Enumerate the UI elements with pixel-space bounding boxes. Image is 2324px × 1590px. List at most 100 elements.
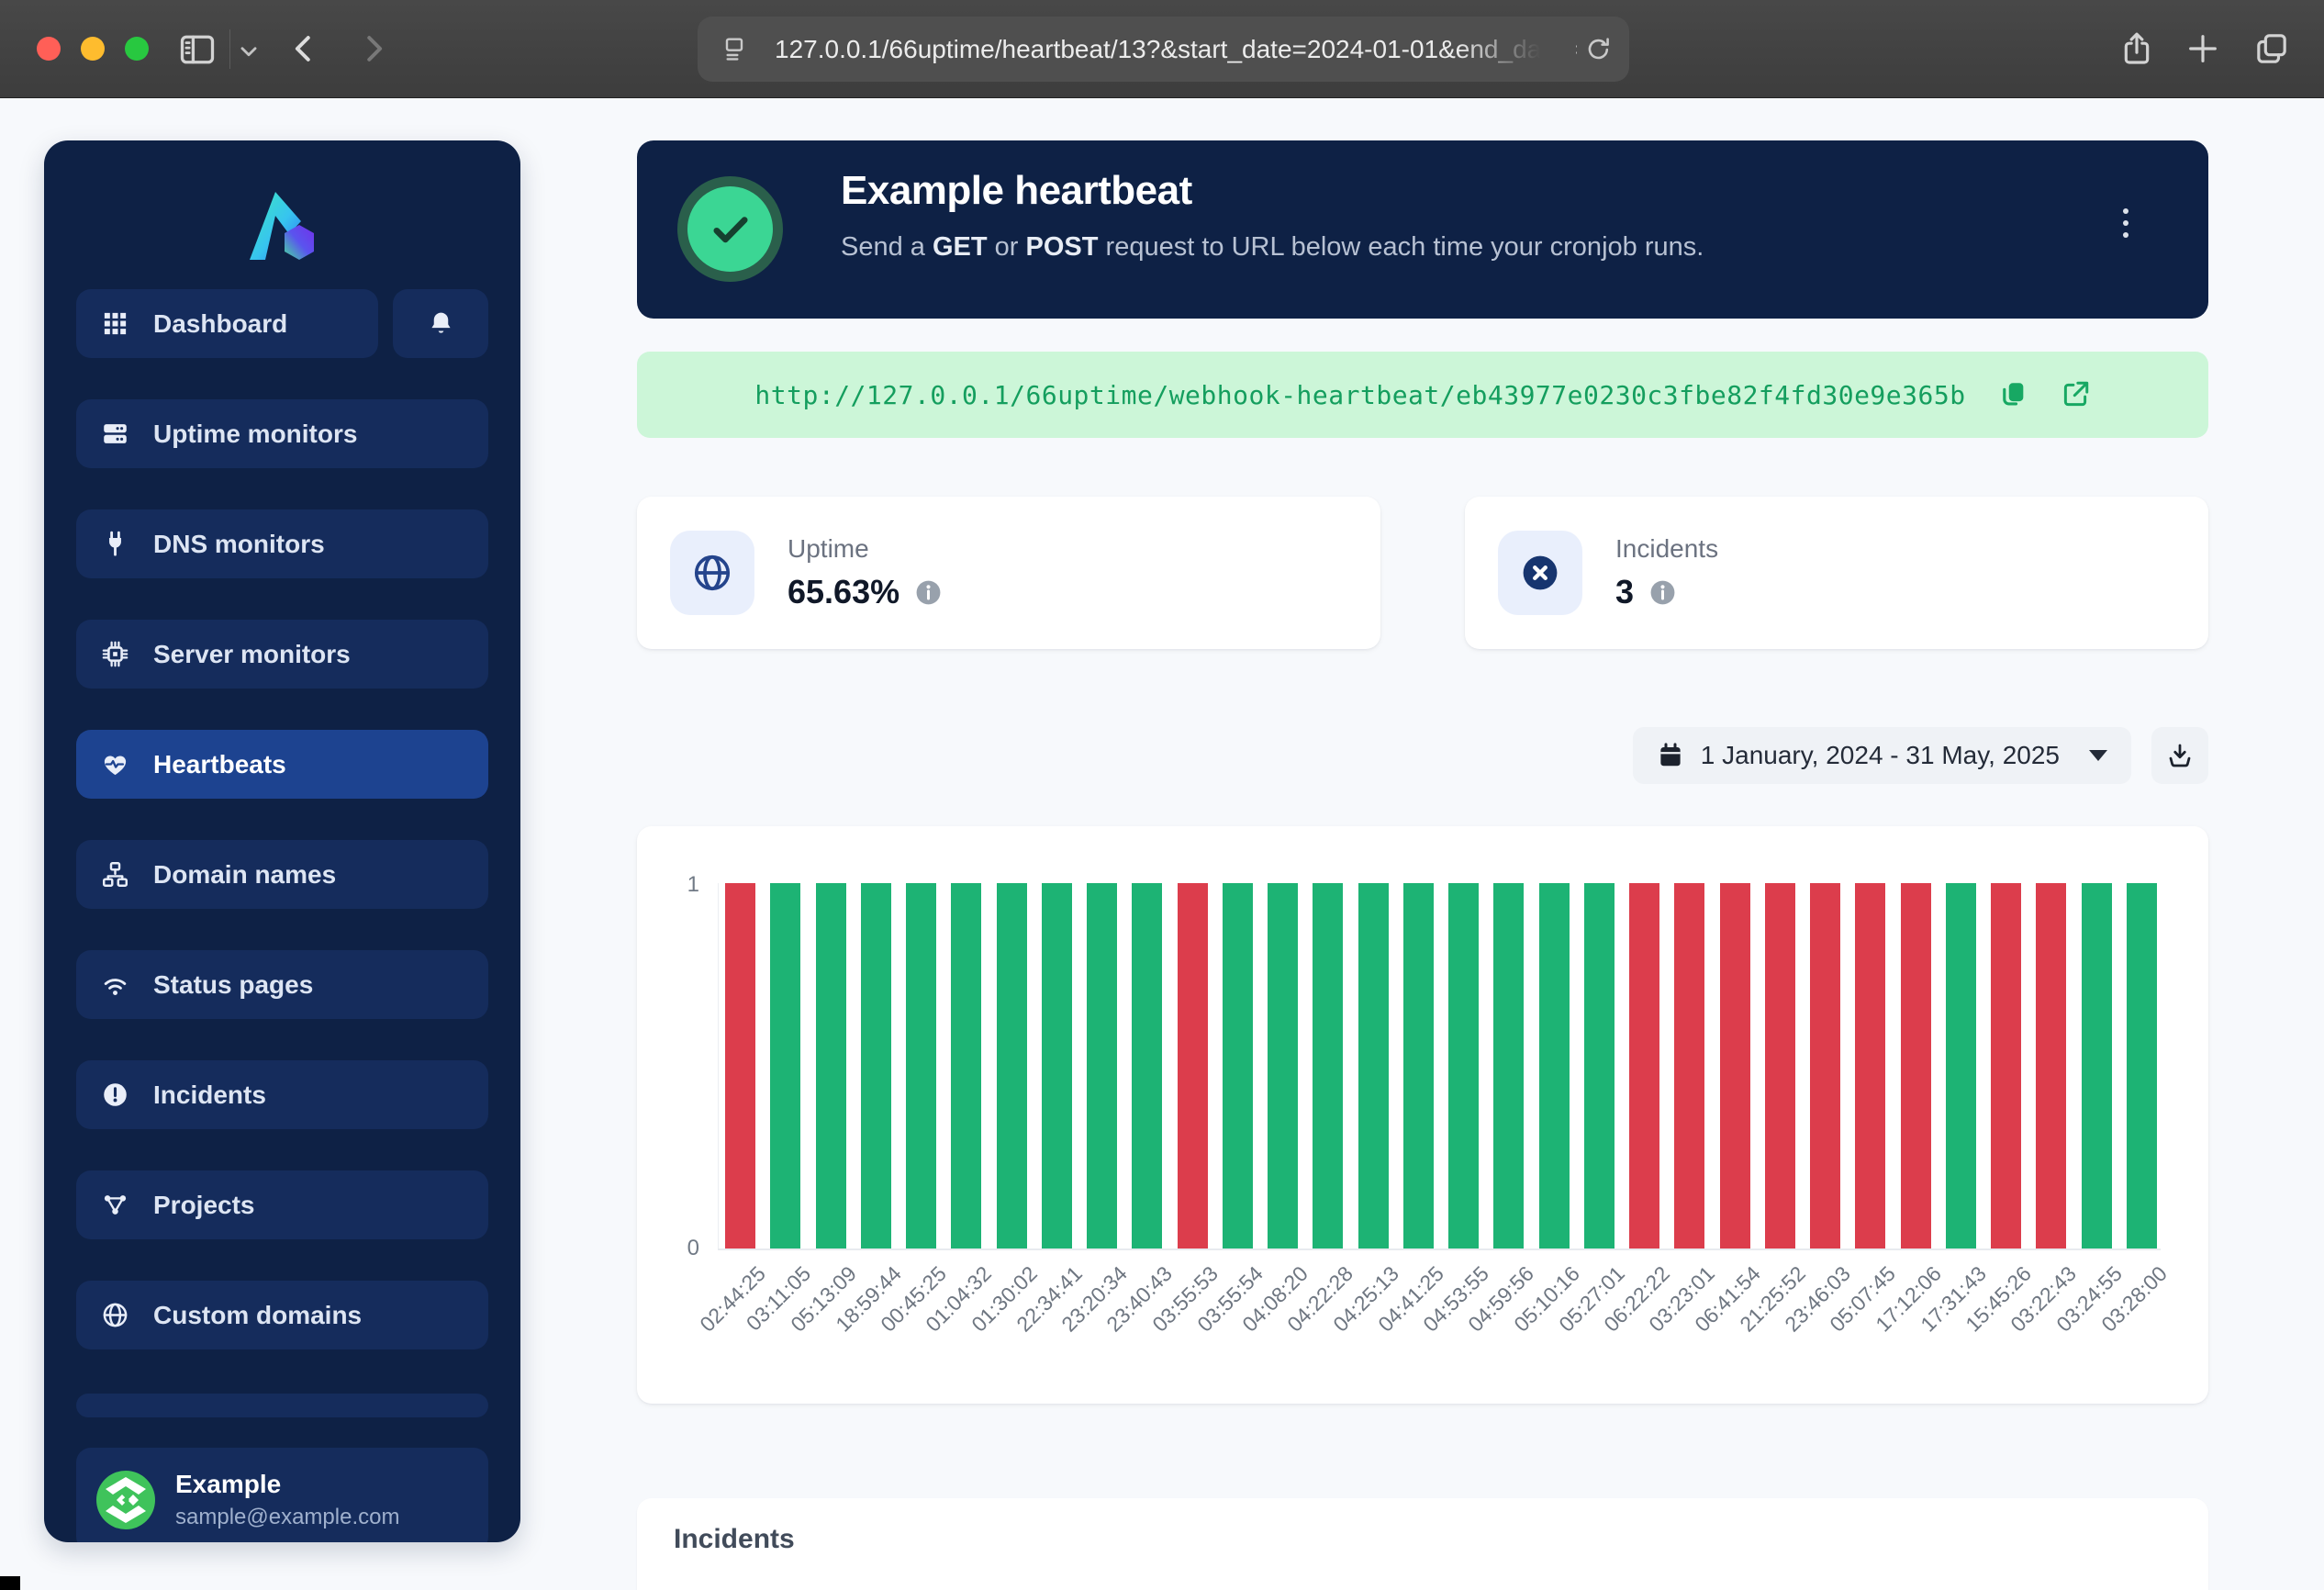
caret-down-icon [2089,750,2107,761]
copy-icon[interactable] [1997,379,2028,410]
page-icon [720,35,749,64]
y-tick-1: 1 [663,872,699,898]
chart-bar-02:44:25[interactable] [725,883,755,1248]
sidebar-item-custom-domains[interactable]: Custom domains [76,1281,488,1349]
profile-card[interactable]: Example sample@example.com [76,1448,488,1542]
plug-icon [101,530,129,558]
sidebar-item-label: Status pages [153,970,313,1000]
chart-bar-03:55:53[interactable] [1178,883,1208,1248]
server-icon [101,420,129,448]
webhook-url-bar: http://127.0.0.1/66uptime/webhook-heartb… [637,352,2208,438]
alert-circle-icon [101,1081,129,1109]
sidebar-item-partial[interactable] [76,1394,488,1417]
chart-bar-04:59:56[interactable] [1493,883,1524,1248]
kebab-menu-button[interactable] [2106,194,2146,252]
forward-button-icon [356,31,391,66]
chart-bar-21:25:52[interactable] [1765,883,1795,1248]
chart-bar-01:30:02[interactable] [997,883,1027,1248]
chart-bar-23:46:03[interactable] [1810,883,1840,1248]
tab-overview-icon[interactable] [2253,30,2290,67]
chart-bar-23:20:34[interactable] [1087,883,1117,1248]
chart-bar-03:11:05[interactable] [770,883,800,1248]
sidebar-item-label: Custom domains [153,1301,362,1330]
chart-bar-03:55:54[interactable] [1223,883,1253,1248]
info-icon[interactable] [914,578,943,607]
sidebar-item-incidents[interactable]: Incidents [76,1060,488,1129]
sidebar-item-projects[interactable]: Projects [76,1170,488,1239]
new-tab-icon[interactable] [2184,30,2221,67]
sidebar-toggle-icon[interactable] [177,29,218,70]
info-icon[interactable] [1648,578,1677,607]
status-check-icon [677,176,783,282]
chart-bar-17:31:43[interactable] [1946,883,1976,1248]
profile-name: Example [175,1470,399,1499]
chart-bar-06:22:22[interactable] [1629,883,1659,1248]
sidebar-row: DNS monitors [76,509,488,578]
chart-bar-04:41:25[interactable] [1403,883,1434,1248]
chart-bar-06:41:54[interactable] [1720,883,1750,1248]
reload-icon[interactable] [1584,35,1613,63]
bell-icon [427,309,455,338]
sidebar-item-label: Projects [153,1191,255,1220]
sidebar-item-dns-monitors[interactable]: DNS monitors [76,509,488,578]
chart-bar-22:34:41[interactable] [1042,883,1072,1248]
profile-email: sample@example.com [175,1505,399,1530]
app-logo[interactable] [76,161,488,289]
sidebar-item-uptime-monitors[interactable]: Uptime monitors [76,399,488,468]
chart-bar-05:10:16[interactable] [1539,883,1570,1248]
chart-bar-04:22:28[interactable] [1313,883,1343,1248]
sidebar-item-label: Domain names [153,860,336,890]
chart-bar-04:53:55[interactable] [1448,883,1479,1248]
calendar-icon [1657,742,1684,769]
chart-bar-04:25:13[interactable] [1358,883,1389,1248]
webhook-url[interactable]: http://127.0.0.1/66uptime/webhook-heartb… [754,380,1965,410]
sidebar-row: Incidents [76,1060,488,1129]
uptime-stat-card: Uptime 65.63% [637,497,1380,649]
sidebar-row: Status pages [76,950,488,1019]
chevron-down-icon[interactable] [237,39,261,63]
sidebar-item-server-monitors[interactable]: Server monitors [76,620,488,689]
chart-bar-03:22:43[interactable] [2036,883,2066,1248]
chart-bar-04:08:20[interactable] [1268,883,1298,1248]
browser-titlebar: 127.0.0.1/66uptime/heartbeat/13?&start_d… [0,0,2324,98]
chart-bar-17:12:06[interactable] [1901,883,1931,1248]
date-range-label: 1 January, 2024 - 31 May, 2025 [1701,741,2060,770]
heartbeat-header-card: Example heartbeat Send a GET or POST req… [637,140,2208,319]
notifications-button[interactable] [393,289,488,358]
download-button[interactable] [2151,727,2208,784]
chart-bar-05:13:09[interactable] [816,883,846,1248]
close-window-button[interactable] [37,37,61,61]
minimize-window-button[interactable] [81,37,105,61]
chart-bar-18:59:44[interactable] [861,883,891,1248]
chart-bar-03:24:55[interactable] [2082,883,2112,1248]
chart-bar-05:27:01[interactable] [1584,883,1615,1248]
chart-bar-05:07:45[interactable] [1855,883,1885,1248]
chart-bar-23:40:43[interactable] [1132,883,1162,1248]
window-controls [37,37,149,61]
date-range-picker[interactable]: 1 January, 2024 - 31 May, 2025 [1633,727,2131,784]
cpu-icon [101,640,129,668]
address-bar[interactable]: 127.0.0.1/66uptime/heartbeat/13?&start_d… [698,17,1629,82]
sidebar-row: Custom domains [76,1281,488,1349]
chart-bar-15:45:26[interactable] [1991,883,2021,1248]
zoom-window-button[interactable] [125,37,149,61]
stat-label: Uptime [788,534,943,564]
sidebar-item-heartbeats[interactable]: Heartbeats [76,730,488,799]
sidebar-item-label: Incidents [153,1081,266,1110]
globe-icon [670,531,754,615]
sidebar-row: Projects [76,1170,488,1239]
chart-bar-00:45:25[interactable] [906,883,936,1248]
sidebar-item-label: Uptime monitors [153,420,357,449]
back-button-icon[interactable] [286,31,321,66]
sidebar-item-dashboard[interactable]: Dashboard [76,289,378,358]
share-icon[interactable] [2118,30,2155,67]
avatar [96,1471,155,1529]
open-link-icon[interactable] [2060,379,2091,410]
sidebar-item-status-pages[interactable]: Status pages [76,950,488,1019]
chart-bar-03:23:01[interactable] [1674,883,1704,1248]
chart-bar-01:04:32[interactable] [951,883,981,1248]
share-nodes-icon [101,1191,129,1219]
sidebar-item-domain-names[interactable]: Domain names [76,840,488,909]
chart-bar-03:28:00[interactable] [2127,883,2157,1248]
sidebar-nav: Dashboard Uptime monitors DNS monitors Serv… [76,289,488,1349]
